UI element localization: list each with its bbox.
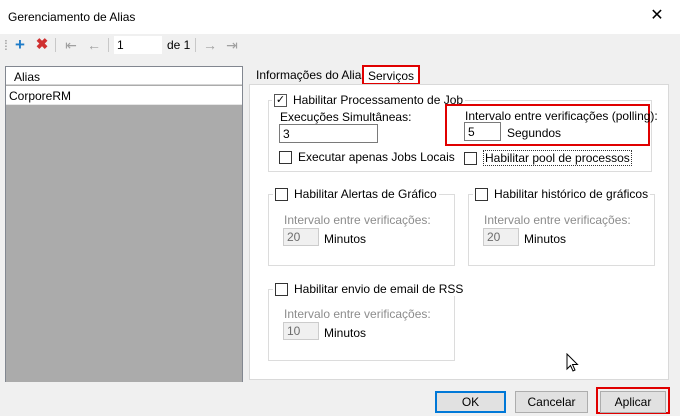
mouse-pointer-icon xyxy=(566,353,579,372)
chart-history-checkbox[interactable] xyxy=(475,187,488,201)
window-title: Gerenciamento de Alias xyxy=(8,10,136,24)
last-page-icon[interactable]: ⇥ xyxy=(224,34,240,56)
exec-label: Execuções Simultâneas: xyxy=(280,110,412,124)
page-count: de 1 xyxy=(167,38,191,52)
toolbar-separator xyxy=(108,38,109,52)
tab-services[interactable]: Serviços xyxy=(362,65,421,85)
polling-input[interactable] xyxy=(464,122,501,141)
chart-alerts-interval-label: Intervalo entre verificações: xyxy=(284,213,431,227)
chart-history-interval-input xyxy=(483,228,519,246)
cancel-button[interactable]: Cancelar xyxy=(515,391,588,413)
alias-list[interactable]: Alias CorporeRM xyxy=(5,66,243,384)
alias-list-header: Alias xyxy=(6,67,242,85)
rss-enable[interactable]: Habilitar envio de email de RSS xyxy=(273,282,466,296)
local-jobs-label: Executar apenas Jobs Locais xyxy=(298,150,455,164)
toolbar-grip: ⁞ xyxy=(4,37,8,53)
checkmark-icon[interactable]: ✓ xyxy=(274,93,287,107)
next-page-icon[interactable]: → xyxy=(202,34,218,56)
job-enable[interactable]: ✓ Habilitar Processamento de Job xyxy=(272,93,466,107)
chart-history-unit: Minutos xyxy=(524,232,567,246)
chart-alerts-enable[interactable]: Habilitar Alertas de Gráfico xyxy=(273,187,439,201)
pool-label: Habilitar pool de processos xyxy=(483,150,632,166)
chart-alerts-interval-input xyxy=(283,228,319,246)
list-item[interactable]: CorporeRM xyxy=(6,86,242,105)
rss-label: Habilitar envio de email de RSS xyxy=(294,282,464,296)
chart-alerts-checkbox[interactable] xyxy=(275,187,288,201)
close-icon[interactable]: ✕ xyxy=(648,6,666,26)
page-input[interactable] xyxy=(114,36,162,54)
polling-unit: Segundos xyxy=(507,126,562,140)
prev-page-icon[interactable]: ← xyxy=(86,34,102,56)
job-enable-label: Habilitar Processamento de Job xyxy=(293,93,464,107)
local-jobs-checkbox[interactable] xyxy=(279,150,292,164)
chart-alerts-label: Habilitar Alertas de Gráfico xyxy=(294,187,437,201)
local-jobs-option[interactable]: Executar apenas Jobs Locais xyxy=(279,150,455,164)
ok-button[interactable]: OK xyxy=(435,391,506,413)
chart-history-enable[interactable]: Habilitar histórico de gráficos xyxy=(473,187,651,201)
delete-icon[interactable]: ✖ xyxy=(34,34,50,56)
title-bar: Gerenciamento de Alias ✕ xyxy=(0,0,680,34)
apply-button[interactable]: Aplicar xyxy=(600,391,666,413)
tab-alias-info[interactable]: Informações do Alias xyxy=(252,64,371,84)
pool-option[interactable]: Habilitar pool de processos xyxy=(464,150,632,166)
rss-interval-input xyxy=(283,322,319,340)
chart-history-interval-label: Intervalo entre verificações: xyxy=(484,213,631,227)
toolbar: ⁞ + ✖ ⇤ ← de 1 → ⇥ xyxy=(0,34,680,56)
rss-checkbox[interactable] xyxy=(275,282,288,296)
polling-label: Intervalo entre verificações (polling): xyxy=(465,109,658,123)
toolbar-separator xyxy=(195,38,196,52)
chart-alerts-unit: Minutos xyxy=(324,232,367,246)
rss-unit: Minutos xyxy=(324,326,367,340)
toolbar-separator xyxy=(55,38,56,52)
add-icon[interactable]: + xyxy=(12,34,28,56)
rss-interval-label: Intervalo entre verificações: xyxy=(284,307,431,321)
first-page-icon[interactable]: ⇤ xyxy=(63,34,79,56)
exec-input[interactable] xyxy=(279,124,378,143)
pool-checkbox[interactable] xyxy=(464,151,477,165)
chart-history-label: Habilitar histórico de gráficos xyxy=(494,187,649,201)
